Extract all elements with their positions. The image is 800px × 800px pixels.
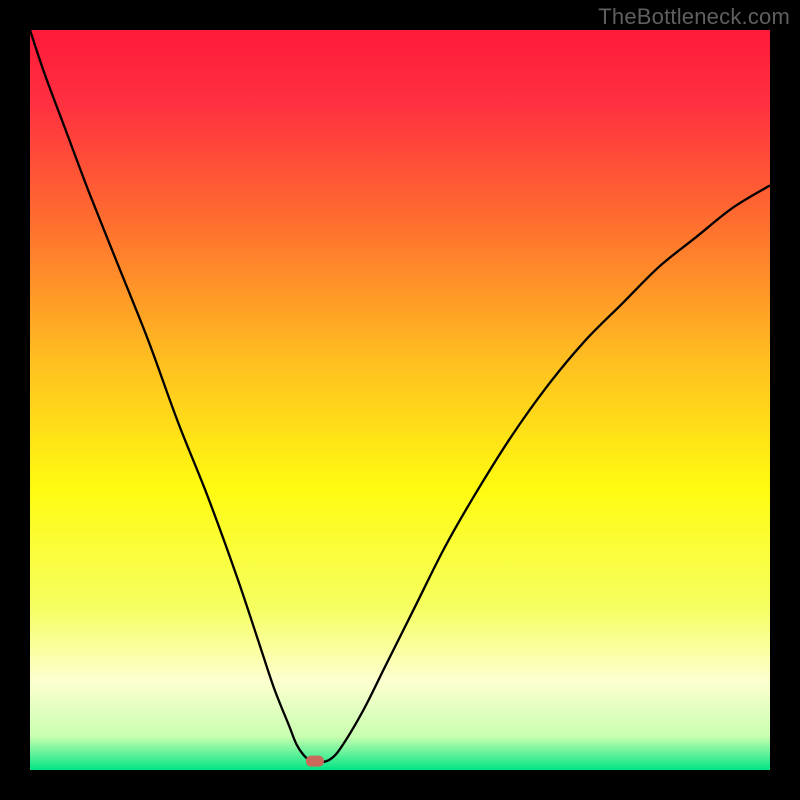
watermark-text: TheBottleneck.com	[598, 4, 790, 30]
chart-frame: TheBottleneck.com	[0, 0, 800, 800]
gradient-background	[30, 30, 770, 770]
optimal-marker	[306, 756, 324, 767]
plot-wrapper	[30, 30, 770, 770]
bottleneck-chart	[30, 30, 770, 770]
